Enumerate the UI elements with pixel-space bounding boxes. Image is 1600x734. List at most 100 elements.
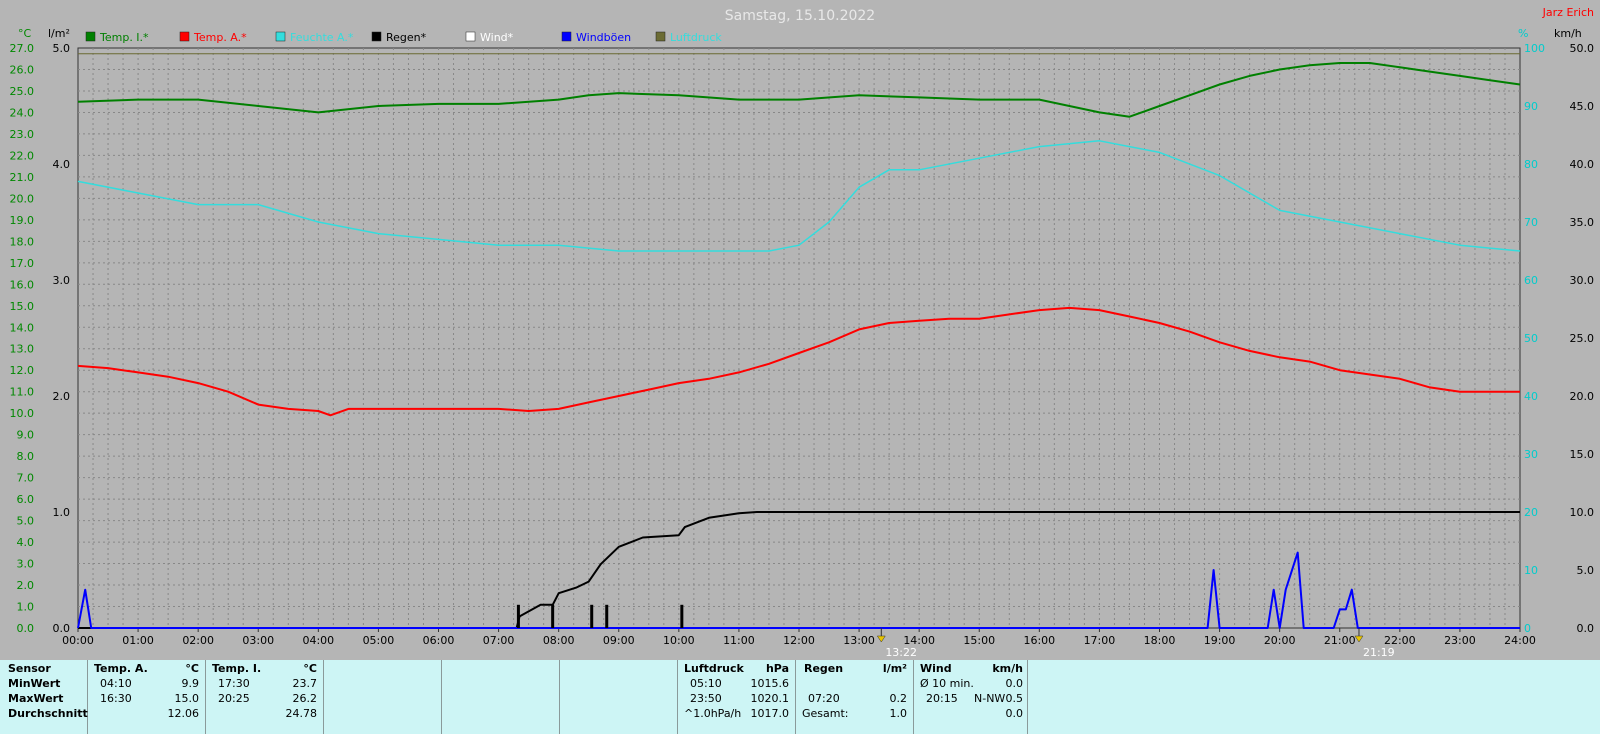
x-tick-label: 08:00 [543,634,575,647]
wind-avg-label: Ø 10 min. [920,677,974,690]
temp-a-min-value: 9.9 [181,677,200,690]
pressure-max-time: 23:50 [690,692,722,705]
temp-tick-label: 5.0 [17,515,35,528]
legend-item: Luftdruck [670,31,722,44]
x-tick-label: 05:00 [363,634,395,647]
temp-tick-label: 17.0 [10,257,35,270]
author-label: Jarz Erich [1542,6,1594,19]
temp-tick-label: 0.0 [17,622,35,635]
pressure-min-time: 05:10 [690,677,722,690]
x-tick-label: 10:00 [663,634,695,647]
humidity-tick-label: 30 [1524,448,1538,461]
legend-swatch [179,31,190,42]
pressure-min-value: 1015.6 [750,677,790,690]
row-label-avg: Durchschnitt [8,707,88,720]
humidity-tick-label: 90 [1524,100,1538,113]
wind-max-direction: N-NW [974,692,1006,705]
temp-tick-label: 27.0 [10,42,35,55]
legend-swatch [655,31,666,42]
rain-tick-label: 1.0 [53,506,71,519]
temp-i-header: Temp. I. [212,662,262,675]
temp-i-unit: °C [303,662,317,675]
temp-tick-label: 11.0 [10,386,35,399]
temp-i-max-time: 20:25 [218,692,250,705]
x-tick-label: 15:00 [963,634,995,647]
temp-i-column: Temp. I. °C 17:30 23.7 20:25 26.2 24.78 [206,660,324,734]
humidity-tick-label: 60 [1524,274,1538,287]
temp-tick-label: 13.0 [10,343,35,356]
event-marker-icon [876,635,886,643]
empty-column-2 [442,660,560,734]
weather-chart: Samstag, 15.10.2022 Jarz Erich Temp. I.*… [10,6,1595,659]
x-tick-label: 03:00 [242,634,274,647]
temp-tick-label: 25.0 [10,85,35,98]
wind-tick-label: 35.0 [1570,216,1595,229]
event-markers: 13:22 21:19 [876,628,1395,659]
temp-tick-label: 26.0 [10,63,35,76]
x-tick-label: 04:00 [302,634,334,647]
temp-tick-label: 10.0 [10,407,35,420]
temp-tick-label: 15.0 [10,300,35,313]
rain-max-time: 07:20 [808,692,840,705]
wind-tick-label: 0.0 [1577,622,1595,635]
humidity-tick-label: 100 [1524,42,1545,55]
rain-total-label: Gesamt: [802,707,849,720]
grid [78,48,1520,628]
x-tick-label: 24:00 [1504,634,1536,647]
statistics-panel: Sensor MinWert MaxWert Durchschnitt Temp… [0,660,1600,734]
temp-tick-label: 18.0 [10,235,35,248]
temp-tick-label: 20.0 [10,192,35,205]
temp-i-min-value: 23.7 [292,677,318,690]
wind-tick-label: 45.0 [1570,100,1595,113]
temp-tick-label: 22.0 [10,149,35,162]
humidity-tick-label: 70 [1524,216,1538,229]
x-tick-label: 02:00 [182,634,214,647]
sensor-column: Sensor MinWert MaxWert Durchschnitt [0,660,88,734]
x-tick-label: 21:00 [1324,634,1356,647]
x-tick-label: 00:00 [62,634,94,647]
empty-column-1 [324,660,442,734]
rain-max-value: 0.2 [889,692,908,705]
legend-swatch [85,31,96,42]
wind-max-value: 0.5 [1005,692,1024,705]
pressure-column: Luftdruck hPa 05:10 1015.6 23:50 1020.1 … [678,660,796,734]
humidity-tick-label: 40 [1524,390,1538,403]
rain-tick-label: 4.0 [53,158,71,171]
x-tick-label: 13:00 [843,634,875,647]
wind-axis-unit: km/h [1554,27,1582,40]
x-tick-label: 18:00 [1144,634,1176,647]
humidity-axis-unit: % [1518,27,1528,40]
x-tick-label: 20:00 [1264,634,1296,647]
chart-title: Samstag, 15.10.2022 [725,8,875,24]
row-label-max: MaxWert [8,692,64,705]
rain-axis-unit: l/m² [48,27,70,40]
temp-i-average: 24.78 [285,707,318,720]
rain-column: Regen l/m² 07:20 0.2 Gesamt: 1.0 [796,660,914,734]
x-tick-label: 23:00 [1444,634,1476,647]
rain-total-value: 1.0 [889,707,908,720]
pressure-trend: ^1.0hPa/h [684,707,742,720]
pressure-max-value: 1020.1 [750,692,790,705]
rain-tick-label: 5.0 [53,42,71,55]
wind-column: Wind km/h Ø 10 min. 0.0 20:15 N-NW 0.5 0… [914,660,1028,734]
temp-a-max-value: 15.0 [174,692,200,705]
temp-a-unit: °C [185,662,199,675]
humidity-tick-label: 80 [1524,158,1538,171]
temp-i-max-value: 26.2 [292,692,318,705]
x-tick-label: 19:00 [1204,634,1236,647]
legend-swatch [275,31,286,42]
event-marker-label: 21:19 [1363,646,1395,659]
wind-max-time: 20:15 [926,692,958,705]
temp-tick-label: 24.0 [10,106,35,119]
temp-axis-unit: °C [18,27,32,40]
temp-tick-label: 21.0 [10,171,35,184]
temp-tick-label: 23.0 [10,128,35,141]
temp-a-column: Temp. A. °C 04:10 9.9 16:30 15.0 12.06 [88,660,206,734]
axes: 0.0 1.0 2.0 3.0 4.0 5.0 6.0 7.0 8.0 9.0 10.0 11.0 12… [10,42,1595,647]
wind-tick-label: 5.0 [1577,564,1595,577]
x-tick-label: 17:00 [1084,634,1116,647]
legend-item: Feuchte A.* [290,31,354,44]
rain-tick-label: 2.0 [53,390,71,403]
wind-tick-label: 20.0 [1570,390,1595,403]
wind-tick-label: 30.0 [1570,274,1595,287]
